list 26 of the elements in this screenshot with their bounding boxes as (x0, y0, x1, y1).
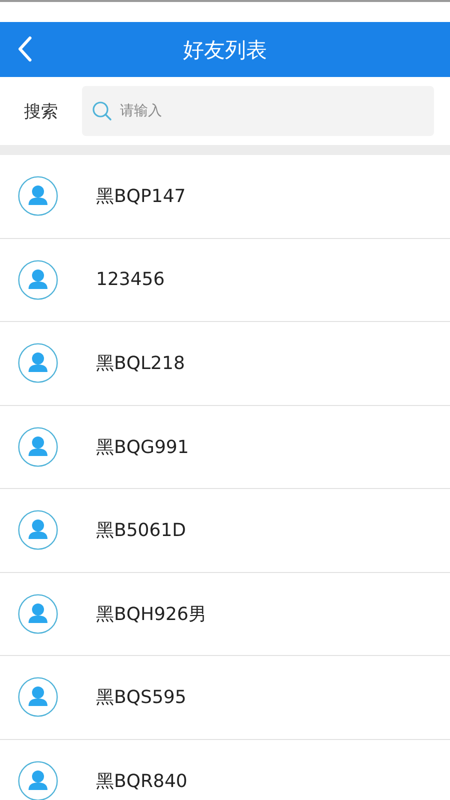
friend-item[interactable]: 黑BQH926男 (0, 572, 450, 656)
friend-name: 黑BQL218 (96, 352, 185, 376)
friend-item[interactable]: 黑BQP147 (0, 155, 450, 238)
friend-item[interactable]: 黑BQS595 (0, 656, 450, 740)
friend-name: 黑BQG991 (96, 436, 189, 459)
user-icon (18, 426, 58, 467)
user-icon (18, 343, 58, 384)
search-field[interactable]: 请输入 (82, 86, 434, 136)
friend-name: 黑BQR840 (96, 770, 188, 793)
user-icon (18, 594, 58, 634)
friend-name: 黑BQS595 (96, 686, 186, 710)
page-title: 好友列表 (183, 36, 267, 64)
friend-item[interactable]: 黑B5061D (0, 489, 450, 572)
friend-item[interactable]: 黑BQR840 (0, 740, 450, 800)
user-icon (18, 677, 58, 718)
friend-name: 123456 (96, 269, 165, 290)
friend-name: 黑BQP147 (96, 185, 186, 208)
friend-name: 黑BQH926男 (96, 602, 206, 626)
friend-item[interactable]: 黑BQG991 (0, 406, 450, 489)
user-icon (18, 176, 58, 216)
search-label: 搜索 (24, 100, 58, 122)
user-icon (18, 510, 58, 550)
friend-item[interactable]: 黑BQL218 (0, 322, 450, 406)
friend-item[interactable]: 123456 (0, 238, 450, 322)
user-icon (18, 260, 58, 300)
friend-name: 黑B5061D (96, 519, 186, 542)
